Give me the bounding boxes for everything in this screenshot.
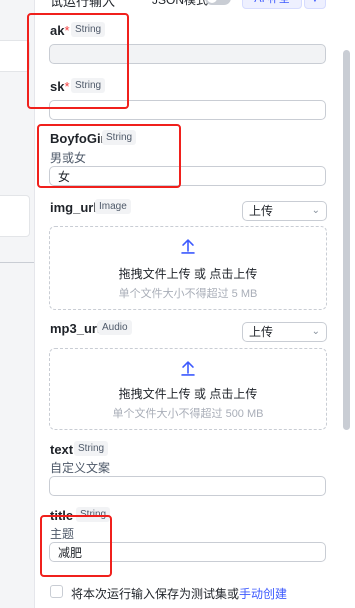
json-mode-toggle[interactable] xyxy=(205,0,231,5)
canvas-edge xyxy=(0,262,34,263)
json-mode-label: JSON模式 xyxy=(152,0,209,7)
select-value: 上传 xyxy=(249,325,274,339)
canvas-node[interactable] xyxy=(0,40,30,72)
chevron-down-icon: ⌄ xyxy=(311,326,320,337)
img-url-mode-select[interactable]: 上传 ⌄ xyxy=(242,201,327,221)
mp3-url-mode-select[interactable]: 上传 ⌄ xyxy=(242,322,327,342)
upload-prompt: 拖拽文件上传 或 点击上传 xyxy=(118,267,258,281)
text-input[interactable] xyxy=(49,476,326,496)
img-url-upload-area[interactable]: 拖拽文件上传 或 点击上传 单个文件大小不得超过 5 MB xyxy=(49,226,327,310)
mp3-url-upload-area[interactable]: 拖拽文件上传 或 点击上传 单个文件大小不得超过 500 MB xyxy=(49,348,327,430)
upload-prompt: 拖拽文件上传 或 点击上传 xyxy=(118,387,258,401)
highlight-box-boyfogirl xyxy=(37,124,181,188)
highlight-box-ak-sk xyxy=(27,13,129,109)
chevron-down-icon: ⌄ xyxy=(311,205,320,216)
highlight-box-title xyxy=(40,515,112,577)
upload-icon xyxy=(181,361,195,376)
save-as-testset-label: 将本次运行输入保存为测试集或手动创建 xyxy=(71,587,288,601)
upload-size-limit: 单个文件大小不得超过 500 MB xyxy=(112,408,264,420)
chevron-down-icon[interactable]: ▼ xyxy=(304,0,326,9)
ai-complete-button[interactable]: AI 补全 xyxy=(242,0,302,9)
save-as-testset-checkbox[interactable] xyxy=(50,585,63,598)
type-tag-mp3-url: Audio xyxy=(98,320,132,335)
manual-create-link[interactable]: 手动创建 xyxy=(239,587,287,601)
upload-icon xyxy=(181,239,195,254)
field-description-text: 自定义文案 xyxy=(50,461,111,475)
field-label-text: text xyxy=(50,442,74,457)
panel-title: 试运行输入 xyxy=(50,0,116,9)
field-label-img-url: img_url xyxy=(50,200,97,215)
field-label-mp3-url: mp3_url xyxy=(50,321,101,336)
canvas-node[interactable] xyxy=(0,195,30,237)
scrollbar-thumb[interactable] xyxy=(343,50,350,430)
type-tag-img-url: Image xyxy=(95,199,131,214)
panel-header: 试运行输入 JSON模式 AI 补全 ▼ xyxy=(50,0,340,9)
upload-size-limit: 单个文件大小不得超过 5 MB xyxy=(118,288,258,300)
select-value: 上传 xyxy=(249,204,274,218)
type-tag-text: String xyxy=(74,441,109,456)
